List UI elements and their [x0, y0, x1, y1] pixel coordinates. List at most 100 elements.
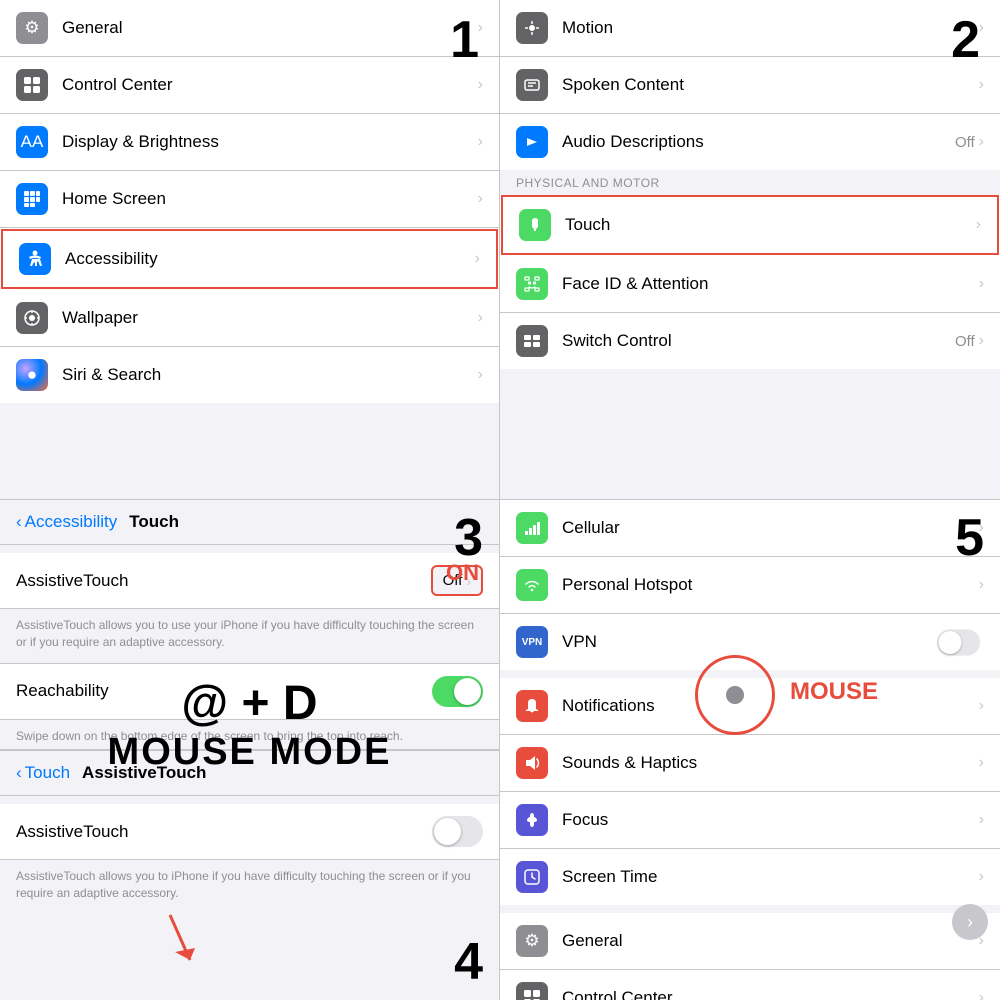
wallpaper-icon — [16, 302, 48, 334]
home-screen-icon — [16, 183, 48, 215]
chevron-icon: › — [478, 76, 483, 94]
settings-list-2-bottom: Touch › Face ID & Attention — [500, 195, 1000, 369]
switch-control-icon — [516, 325, 548, 357]
settings-item-hotspot[interactable]: Personal Hotspot › — [500, 557, 1000, 614]
panel-3: 3 ‹ Accessibility Touch ON AssistiveTouc… — [0, 500, 499, 751]
assistive-touch-desc-4: AssistiveTouch allows you to iPhone if y… — [16, 860, 483, 910]
settings-list-5-bottom: ⚙ General › Control Center › — [500, 913, 1000, 1000]
nav-back-3[interactable]: ‹ Accessibility — [16, 512, 117, 532]
reachability-desc: Swipe down on the bottom edge of the scr… — [16, 720, 483, 751]
home-screen-label: Home Screen — [62, 189, 478, 209]
assistive-touch-label-3: AssistiveTouch — [16, 571, 128, 591]
scroll-indicator[interactable]: › — [952, 904, 988, 940]
focus-icon — [516, 804, 548, 836]
chevron-icon: › — [979, 133, 984, 151]
settings-item-home-screen[interactable]: Home Screen › — [0, 171, 499, 228]
audio-desc-value: Off — [955, 134, 975, 151]
vpn-icon: VPN — [516, 626, 548, 658]
nav-back-4[interactable]: ‹ Touch — [16, 763, 70, 783]
chevron-icon: › — [979, 811, 984, 829]
chevron-icon: › — [478, 366, 483, 384]
settings-item-screen-time[interactable]: Screen Time › — [500, 849, 1000, 905]
settings-list-2-top: Motion › Spoken Content › — [500, 0, 1000, 170]
chevron-icon: › — [979, 989, 984, 1000]
motion-icon — [516, 12, 548, 44]
assistive-touch-desc-3: AssistiveTouch allows you to use your iP… — [16, 609, 483, 659]
settings-item-control-center[interactable]: Control Center › — [0, 57, 499, 114]
vpn-label: VPN — [562, 632, 933, 652]
settings-item-siri[interactable]: ● Siri & Search › — [0, 347, 499, 403]
physical-motor-header: PHYSICAL AND MOTOR — [500, 170, 1000, 194]
settings-item-control-center-5[interactable]: Control Center › — [500, 970, 1000, 1000]
nav-back-label-3: Accessibility — [25, 512, 118, 532]
touch-label: Touch — [565, 215, 976, 235]
spoken-content-label: Spoken Content — [562, 75, 979, 95]
assistive-touch-row-3[interactable]: AssistiveTouch Off › — [0, 553, 499, 609]
sounds-icon — [516, 747, 548, 779]
reachability-toggle[interactable] — [432, 676, 483, 707]
chevron-icon: › — [976, 216, 981, 234]
display-icon: AA — [16, 126, 48, 158]
step-3: 3 — [454, 508, 483, 568]
panel-4: 4 ‹ Touch AssistiveTouch AssistiveTouch … — [0, 751, 499, 1000]
accessibility-label: Accessibility — [65, 249, 475, 269]
panel-2: 2 Motion › — [500, 0, 1000, 500]
settings-item-switch-control[interactable]: Switch Control Off › — [500, 313, 1000, 369]
settings-item-face-id[interactable]: Face ID & Attention › — [500, 256, 1000, 313]
motion-label: Motion — [562, 18, 979, 38]
reachability-label: Reachability — [16, 681, 109, 701]
notifications-icon — [516, 690, 548, 722]
general-icon-5: ⚙ — [516, 925, 548, 957]
chevron-icon: › — [478, 190, 483, 208]
settings-item-general[interactable]: ⚙ General › — [0, 0, 499, 57]
panel-left-bottom: @ + D MOUSE MODE 3 ‹ Accessibility Touch… — [0, 500, 500, 1000]
panel-3-content: AssistiveTouch Off › AssistiveTouch allo… — [0, 553, 499, 751]
control-center-icon-5 — [516, 982, 548, 1000]
settings-item-audio-desc[interactable]: Audio Descriptions Off › — [500, 114, 1000, 170]
back-chevron-4: ‹ — [16, 763, 22, 783]
chevron-icon: › — [979, 697, 984, 715]
cellular-label: Cellular — [562, 518, 979, 538]
siri-label: Siri & Search — [62, 365, 478, 385]
settings-item-general-5[interactable]: ⚙ General › — [500, 913, 1000, 970]
vpn-toggle[interactable] — [937, 629, 980, 655]
assistive-touch-label-4: AssistiveTouch — [16, 822, 128, 842]
audio-desc-label: Audio Descriptions — [562, 132, 955, 152]
assistive-touch-toggle[interactable] — [432, 816, 483, 847]
control-center-label: Control Center — [62, 75, 478, 95]
audio-desc-icon — [516, 126, 548, 158]
chevron-icon: › — [478, 133, 483, 151]
step-4: 4 — [454, 932, 483, 992]
face-id-icon — [516, 268, 548, 300]
settings-item-sounds[interactable]: Sounds & Haptics › — [500, 735, 1000, 792]
settings-item-spoken-content[interactable]: Spoken Content › — [500, 57, 1000, 114]
settings-item-focus[interactable]: Focus › — [500, 792, 1000, 849]
chevron-icon: › — [475, 250, 480, 268]
settings-item-touch[interactable]: Touch › — [501, 195, 999, 255]
sounds-label: Sounds & Haptics — [562, 753, 979, 773]
settings-list-1: ⚙ General › Control Center › — [0, 0, 499, 403]
panel-1: 1 ⚙ General › Control Center — [0, 0, 500, 500]
chevron-icon: › — [979, 76, 984, 94]
chevron-icon: › — [979, 754, 984, 772]
general-icon: ⚙ — [16, 12, 48, 44]
settings-item-cellular[interactable]: Cellular › — [500, 500, 1000, 557]
control-center-icon — [16, 69, 48, 101]
settings-item-display[interactable]: AA Display & Brightness › — [0, 114, 499, 171]
settings-item-wallpaper[interactable]: Wallpaper › — [0, 290, 499, 347]
wallpaper-label: Wallpaper — [62, 308, 478, 328]
hotspot-icon — [516, 569, 548, 601]
switch-control-value: Off — [955, 333, 975, 350]
reachability-row[interactable]: Reachability — [0, 663, 499, 720]
nav-title-4: AssistiveTouch — [82, 763, 206, 783]
settings-item-motion[interactable]: Motion › — [500, 0, 1000, 57]
switch-control-label: Switch Control — [562, 331, 955, 351]
nav-bar-4: ‹ Touch AssistiveTouch — [0, 751, 499, 796]
assistive-touch-row-4[interactable]: AssistiveTouch — [0, 804, 499, 860]
panel-5: 5 MOUSE › — [500, 500, 1000, 1000]
settings-item-accessibility[interactable]: Accessibility › — [1, 229, 498, 289]
spacer-2 — [500, 905, 1000, 913]
chevron-icon: › — [979, 576, 984, 594]
focus-label: Focus — [562, 810, 979, 830]
chevron-icon: › — [979, 275, 984, 293]
